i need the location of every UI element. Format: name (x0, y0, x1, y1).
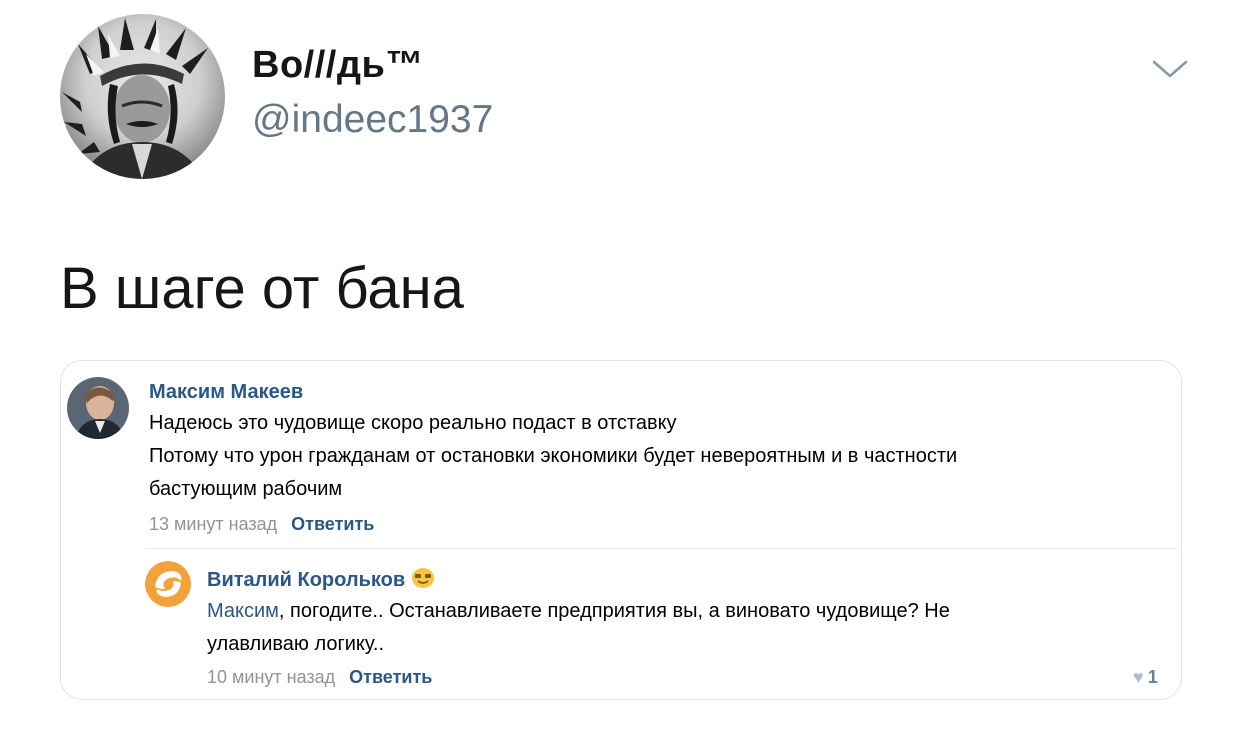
comment-meta: 13 минут назад Ответить (149, 514, 374, 535)
reply-line-2: улавливаю логику.. (207, 633, 385, 655)
reply-line-1-text: , погодите.. Останавливаете предприятия … (278, 600, 950, 622)
avatar-illustration (62, 18, 208, 179)
reply-meta: 10 минут назад Ответить (207, 667, 432, 688)
heart-icon: ♥ (1133, 667, 1144, 687)
comment-divider (145, 548, 1177, 549)
swirl-logo-icon (145, 561, 191, 607)
tweet-text: В шаге от бана (60, 256, 464, 321)
comment-line-2: Потому что урон гражданам от остановки э… (149, 445, 958, 467)
comment-timestamp: 13 минут назад (149, 514, 278, 534)
like-count: 1 (1147, 667, 1158, 687)
profile-avatar[interactable] (60, 14, 225, 179)
reply-mention[interactable]: Максим (207, 600, 279, 622)
reply-author-label[interactable]: Виталий Корольков (207, 569, 405, 591)
comment-author-avatar[interactable] (67, 377, 129, 439)
reply-reply-link[interactable]: Ответить (349, 667, 432, 687)
comment-reply-link[interactable]: Ответить (291, 514, 374, 534)
user-handle[interactable]: @indeec1937 (252, 98, 493, 142)
comment-author-name[interactable]: Максим Макеев (149, 381, 303, 404)
comment-line-3: бастующим рабочим (149, 478, 343, 500)
person-photo-icon (67, 377, 129, 439)
embedded-screenshot-card[interactable]: Максим Макеев Надеюсь это чудовище скоро… (60, 360, 1182, 700)
reply-line-1: Максим, погодите.. Останавливаете предпр… (207, 595, 950, 628)
reply-author-name[interactable]: Виталий Корольков (207, 567, 435, 592)
display-name[interactable]: Во///дь™ (252, 44, 424, 87)
comment-line-1: Надеюсь это чудовище скоро реально подас… (149, 412, 677, 434)
reply-author-avatar[interactable] (145, 561, 191, 607)
reply-timestamp: 10 минут назад (207, 667, 336, 687)
smiling-face-icon (412, 568, 435, 588)
chevron-down-icon[interactable] (1150, 58, 1190, 82)
like-button[interactable]: ♥ 1 (1133, 667, 1158, 688)
